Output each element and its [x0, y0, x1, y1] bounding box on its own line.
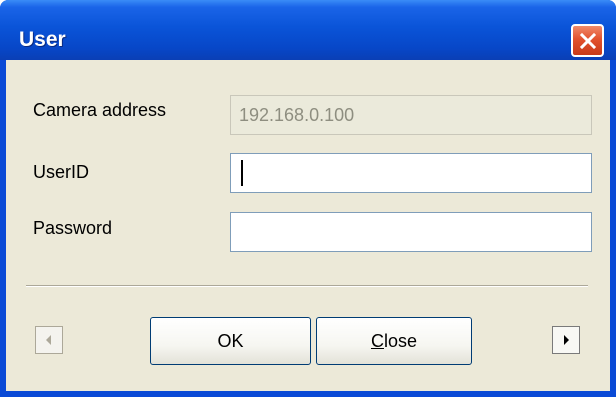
camera-address-field	[230, 95, 592, 135]
close-button-label: Close	[371, 331, 417, 352]
next-button[interactable]	[552, 326, 580, 354]
window-title: User	[19, 28, 66, 51]
camera-address-label: Camera address	[33, 100, 167, 120]
close-accelerator-letter: C	[370, 330, 384, 351]
userid-field[interactable]	[230, 153, 592, 193]
previous-button[interactable]	[35, 326, 63, 354]
text-caret	[241, 160, 243, 186]
ok-button-label: OK	[217, 330, 244, 351]
close-icon	[579, 32, 596, 49]
separator	[26, 285, 588, 287]
user-dialog: User Camera address UserID Password OK C…	[0, 0, 616, 397]
userid-label: UserID	[33, 162, 90, 182]
dialog-client-area: Camera address UserID Password OK Close	[6, 60, 610, 391]
password-label: Password	[33, 218, 113, 238]
ok-button[interactable]: OK	[150, 317, 311, 365]
close-label-rest: lose	[383, 330, 418, 351]
triangle-left-icon	[46, 335, 51, 345]
close-button[interactable]: Close	[316, 317, 472, 365]
titlebar[interactable]: User	[0, 0, 616, 60]
password-field[interactable]	[230, 212, 592, 252]
triangle-right-icon	[564, 335, 569, 345]
window-close-button[interactable]	[571, 24, 604, 57]
